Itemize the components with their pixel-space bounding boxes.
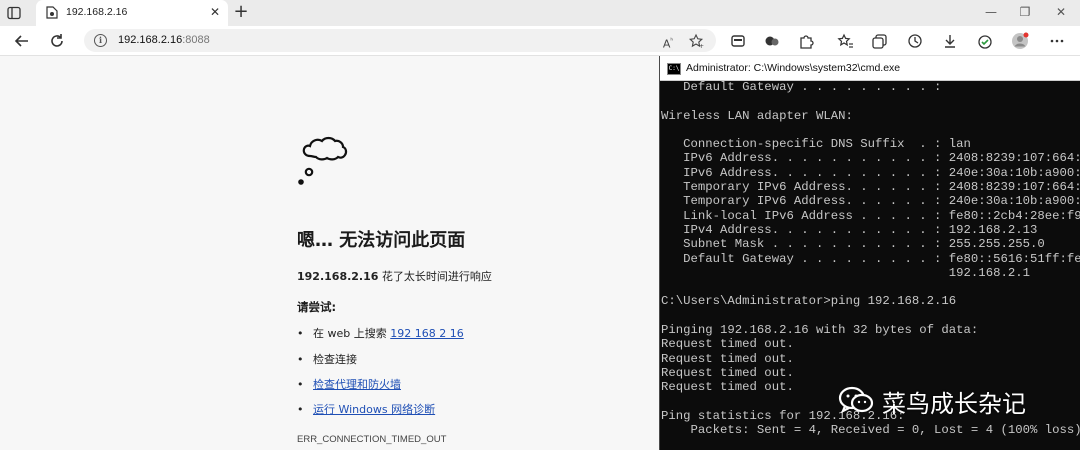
watermark-text: 菜鸟成长杂记 [882, 390, 1026, 418]
downloads-icon[interactable] [941, 32, 959, 50]
error-page: 嗯… 无法访问此页面 192.168.2.16 花了太长时间进行响应 请尝试: … [0, 56, 660, 450]
read-aloud-icon[interactable]: Aʰ [660, 33, 676, 51]
url-text[interactable]: 192.168.2.16:8088 [118, 34, 210, 46]
search-web-link[interactable]: 192 168 2 16 [390, 327, 463, 340]
suggestion-check-connection: • 检查连接 [297, 353, 357, 366]
console-line: Request timed out. [661, 365, 794, 380]
favorites-icon[interactable] [836, 32, 854, 50]
add-favorite-icon[interactable]: + [688, 33, 704, 49]
console-line: Packets: Sent = 4, Received = 0, Lost = … [661, 423, 1080, 438]
tab-actions-icon[interactable] [7, 6, 21, 20]
console-line: Pinging 192.168.2.16 with 32 bytes of da… [661, 323, 979, 338]
svg-text:+: + [699, 43, 704, 49]
minimize-button[interactable]: — [982, 4, 1000, 20]
cmd-titlebar[interactable]: C:\ Administrator: C:\Windows\system32\c… [660, 56, 1080, 81]
more-menu-icon[interactable] [1048, 32, 1066, 50]
console-line: IPv6 Address. . . . . . . . . . . : 2408… [661, 151, 1080, 166]
collections-icon[interactable] [871, 32, 889, 50]
new-tab-button[interactable]: + [232, 3, 250, 21]
suggestion-search: • 在 web 上搜索 192 168 2 16 [297, 327, 464, 340]
console-line: IPv4 Address. . . . . . . . . . . : 192.… [661, 222, 1038, 237]
console-line: Default Gateway . . . . . . . . . : [661, 80, 942, 94]
console-line: Wireless LAN adapter WLAN: [661, 108, 853, 123]
browser-toolbar: i 192.168.2.16:8088 Aʰ + [0, 26, 1080, 56]
browser-tab[interactable]: 192.168.2.16 ✕ [36, 0, 228, 26]
history-icon[interactable] [906, 32, 924, 50]
thought-cloud-icon [298, 136, 348, 185]
page-title: 嗯… 无法访问此页面 [297, 230, 466, 251]
console-line: Temporary IPv6 Address. . . . . . : 240e… [661, 194, 1080, 209]
error-description: 192.168.2.16 花了太长时间进行响应 [297, 270, 492, 283]
network-diagnostics-link[interactable]: 运行 Windows 网络诊断 [313, 403, 435, 416]
reload-icon[interactable] [47, 31, 67, 51]
console-line: 192.168.2.1 [661, 265, 1030, 280]
app-icon[interactable] [729, 32, 747, 50]
profile-avatar[interactable] [1011, 32, 1029, 50]
try-heading: 请尝试: [297, 300, 337, 314]
close-window-button[interactable]: ✕ [1052, 4, 1070, 20]
error-code: ERR_CONNECTION_TIMED_OUT [297, 434, 447, 445]
tab-bar: 192.168.2.16 ✕ + — ❐ ✕ [0, 0, 1080, 26]
performance-icon[interactable] [976, 32, 994, 50]
console-line: IPv6 Address. . . . . . . . . . . : 240e… [661, 165, 1080, 180]
console-line: Link-local IPv6 Address . . . . . : fe80… [661, 208, 1080, 223]
extensions-puzzle-icon[interactable] [797, 32, 815, 50]
tab-title: 192.168.2.16 [66, 6, 128, 18]
address-bar[interactable]: i 192.168.2.16:8088 Aʰ + [84, 29, 716, 52]
suggestion-proxy-firewall: • 检查代理和防火墙 [297, 378, 401, 391]
console-line: C:\Users\Administrator>ping 192.168.2.16 [661, 294, 957, 309]
console-line: Request timed out. [661, 351, 794, 366]
console-line: Temporary IPv6 Address. . . . . . : 2408… [661, 180, 1080, 195]
back-arrow-icon[interactable] [12, 31, 32, 51]
suggestion-diagnostics: • 运行 Windows 网络诊断 [297, 403, 436, 416]
check-proxy-firewall-link[interactable]: 检查代理和防火墙 [313, 378, 401, 391]
wechat-icon [838, 386, 874, 414]
console-line: Default Gateway . . . . . . . . . : fe80… [661, 251, 1080, 266]
page-favicon-icon [46, 6, 58, 19]
console-line: Subnet Mask . . . . . . . . . . . : 255.… [661, 237, 1045, 252]
console-line: Connection-specific DNS Suffix . : lan [661, 137, 971, 152]
maximize-button[interactable]: ❐ [1016, 4, 1034, 20]
cmd-app-icon: C:\ [667, 63, 681, 75]
tab-close-icon[interactable]: ✕ [208, 5, 222, 19]
site-info-icon[interactable]: i [94, 34, 107, 47]
cmd-title: Administrator: C:\Windows\system32\cmd.e… [686, 62, 901, 74]
console-line: Request timed out. [661, 337, 794, 352]
extension-icon[interactable] [763, 32, 781, 50]
